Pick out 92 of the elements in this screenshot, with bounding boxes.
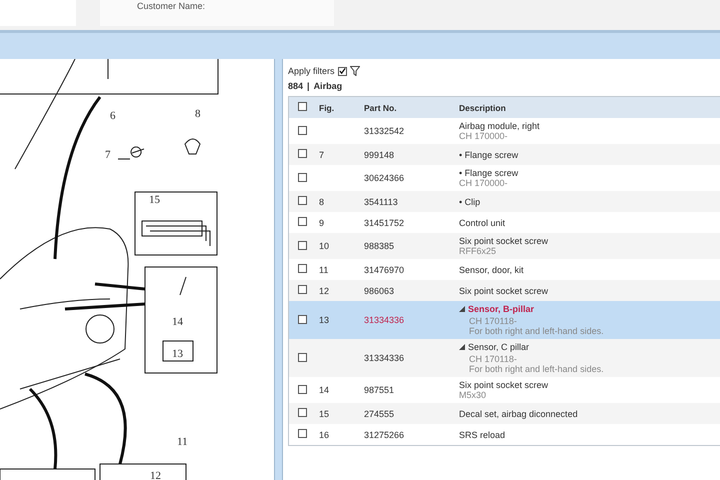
column-header[interactable]: Description [459,102,506,112]
row-checkbox[interactable] [298,240,307,250]
parts-row[interactable]: 31334336 Sensor, C pillar CH 170118- For both right and left-hand sides. [289,339,720,377]
column-header[interactable]: Part No. [364,102,397,112]
figure-number: 7 [319,150,324,160]
parts-row[interactable]: 14 987551 Six point socket screw M5x30 [289,377,720,403]
parts-row[interactable]: 7 999148 • Flange screw [289,144,720,165]
row-checkbox[interactable] [298,384,307,394]
part-description: Six point socket screw [459,380,550,390]
part-description: Sensor, B-pillar [468,304,534,314]
group-name: Airbag [314,81,342,91]
column-header[interactable]: Fig. [319,102,334,112]
customer-name-label: Customer Name: [137,1,206,12]
part-number: 31275266 [364,430,404,440]
apply-filters-label: Apply filters [288,66,335,76]
part-description: Sensor, C pillar [468,342,530,352]
group-number: 884 [288,81,304,91]
figure-number: 14 [319,385,330,395]
part-description: Airbag module, right [459,121,541,131]
part-number: 31332542 [364,126,404,136]
part-description: Control unit [459,218,506,228]
callout-number: 14 [172,316,183,328]
filter-icon[interactable] [350,66,360,76]
figure-number: 16 [319,430,330,440]
parts-row[interactable]: 10 988385 Six point socket screw RFF6x25 [289,233,720,259]
parts-row[interactable]: 11 31476970 Sensor, door, kit [289,259,720,280]
expanded-triangle-icon[interactable] [459,306,465,312]
figure-number: 15 [319,408,330,418]
figure-number: 10 [319,241,330,251]
expanded-triangle-icon[interactable] [459,344,465,350]
figure-number: 12 [319,286,330,296]
part-number: 986063 [364,286,394,296]
callout-number: 11 [177,436,188,448]
part-description: SRS reload [459,430,506,440]
figure-number: 8 [319,196,324,206]
part-description: Six point socket screw [459,286,550,296]
part-number: 3541113 [364,196,398,206]
part-note: CH 170000- [459,131,509,141]
parts-row[interactable]: 13 31334336 Sensor, B-pillar CH 170118- For both right and left-hand sides. [289,301,720,339]
figure-number: 11 [319,264,328,274]
callout-number: 12 [150,470,161,480]
part-note: CH 170118- [468,316,518,326]
callout-number: 15 [149,194,160,206]
part-note: For both right and left-hand sides. [468,364,605,374]
row-checkbox[interactable] [298,172,307,182]
parts-row[interactable]: 8 3541113 • Clip [289,191,720,212]
figure-number: 13 [319,315,330,325]
row-checkbox[interactable] [298,264,307,273]
parts-row[interactable]: 15 274555 Decal set, airbag diconnected [289,403,720,424]
part-description: Six point socket screw [459,236,550,246]
parts-row[interactable]: 30624366 • Flange screw CH 170000- [289,165,720,191]
part-number: 31451752 [364,218,404,228]
row-checkbox[interactable] [298,314,307,324]
part-number: 30624366 [364,173,404,183]
row-checkbox[interactable] [298,352,307,362]
callout-number: 6 [110,110,116,122]
part-description: • Flange screw [459,150,520,160]
splitter-handle[interactable] [274,59,283,480]
part-description: • Clip [459,196,482,206]
row-checkbox[interactable] [298,408,307,417]
parts-row[interactable]: 9 31451752 Control unit [289,212,720,233]
part-note: RFF6x25 [459,246,498,256]
parts-row[interactable]: 31332542 Airbag module, right CH 170000- [289,118,720,144]
row-checkbox[interactable] [298,126,307,134]
part-number: 987551 [364,385,394,395]
part-note: CH 170118- [468,354,518,364]
part-note: For both right and left-hand sides. [468,326,605,336]
callout-number: 13 [172,348,183,360]
part-note: M5x30 [459,390,488,400]
parts-row[interactable]: 12 986063 Six point socket screw [289,280,720,301]
part-description: • Flange screw [459,168,520,178]
part-number: 999148 [364,150,394,160]
callout-number: 8 [195,108,200,120]
part-description: Decal set, airbag diconnected [459,408,579,418]
part-number: 31334336 [364,353,404,363]
part-number: 988385 [364,241,394,251]
row-checkbox[interactable] [298,429,307,438]
row-checkbox[interactable] [298,285,307,294]
row-checkbox[interactable] [298,217,307,226]
callout-number: 7 [105,149,110,161]
part-number: 31334336 [364,315,404,325]
select-all-checkbox[interactable] [298,102,307,111]
apply-filters-checkbox[interactable] [338,66,347,76]
parts-row[interactable]: 16 31275266 SRS reload [289,424,720,445]
row-checkbox[interactable] [298,149,307,158]
part-number: 274555 [364,408,394,418]
figure-number: 9 [319,218,324,228]
separator: | [307,81,310,91]
part-number: 31476970 [364,264,404,274]
part-note: CH 170000- [459,178,509,188]
part-description: Sensor, door, kit [459,264,525,274]
row-checkbox[interactable] [298,196,307,205]
